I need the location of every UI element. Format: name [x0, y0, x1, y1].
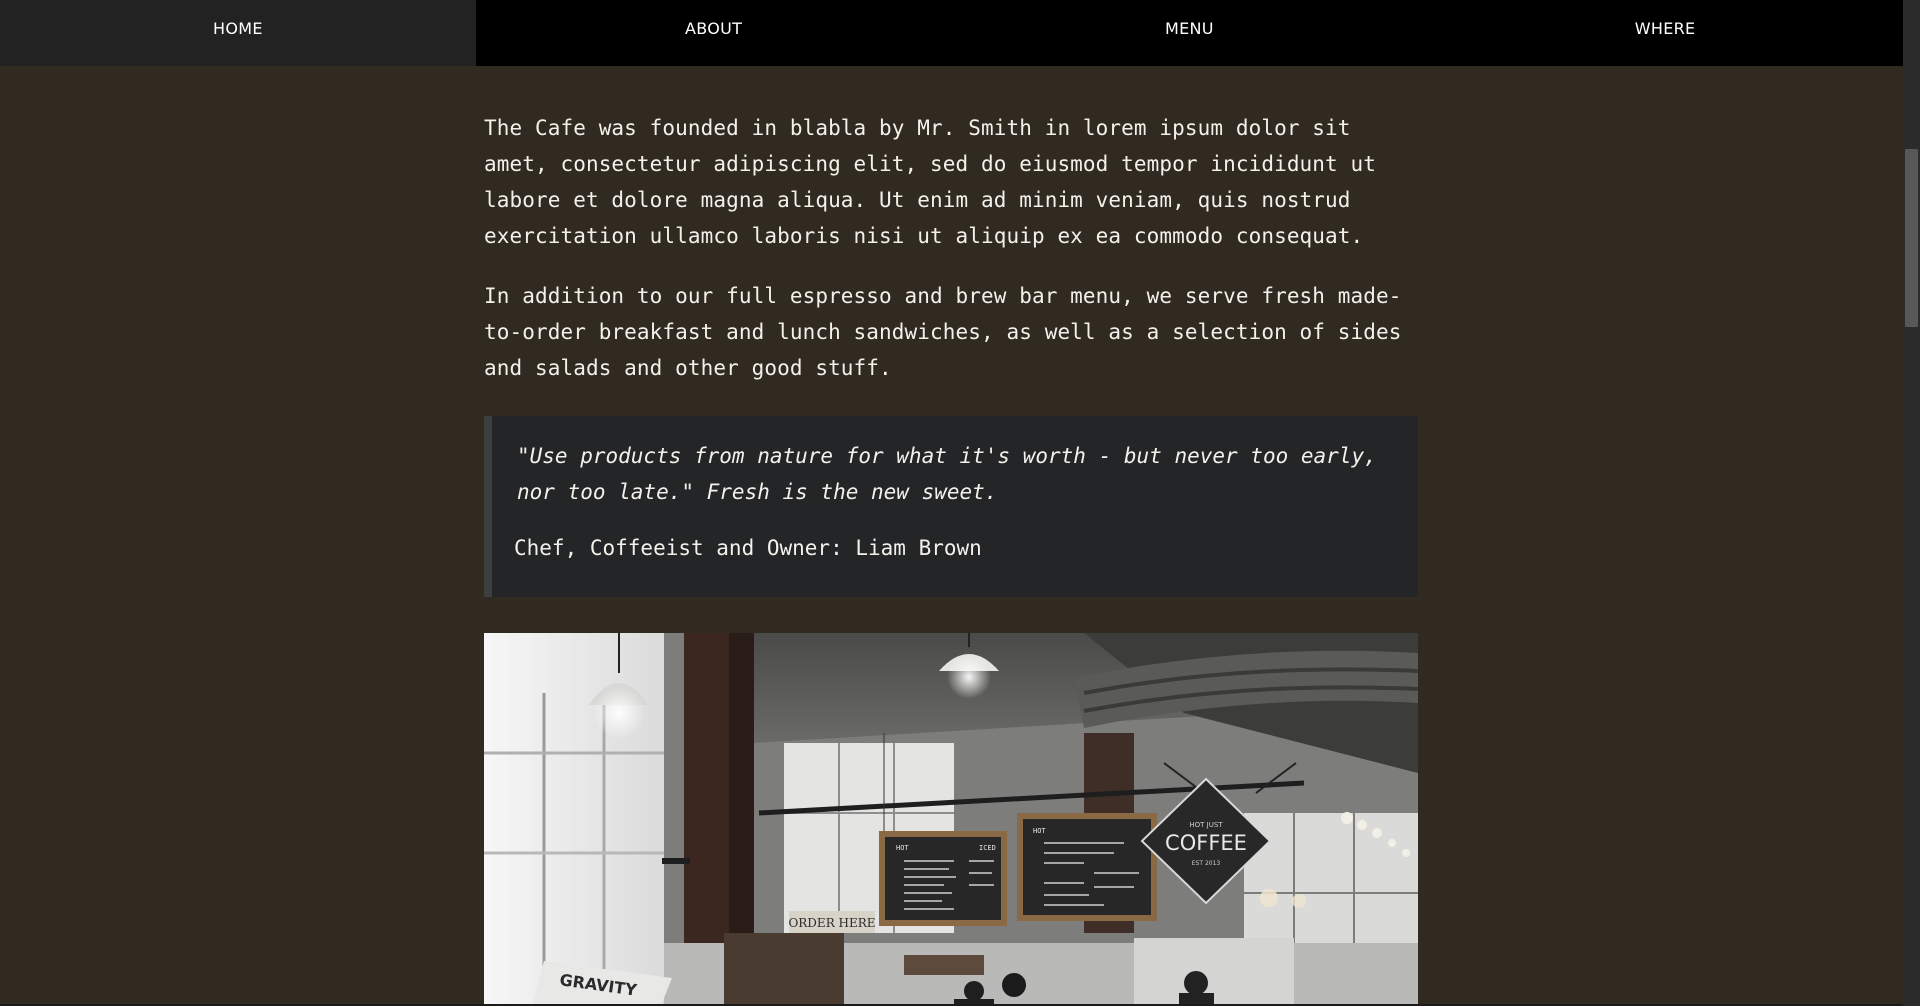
coffee-sign-top-text: HOT JUST	[1189, 821, 1223, 829]
about-paragraph-history: The Cafe was founded in blabla by Mr. Sm…	[484, 116, 1377, 248]
cafe-interior-photo: HOT ICED HOT HOT JUST COFFEE EST 2013 OR…	[484, 633, 1418, 1006]
coffee-sign-text: COFFEE	[1165, 831, 1247, 855]
nav-menu-link[interactable]: MENU	[952, 0, 1428, 66]
chef-quote-block: "Use products from nature for what it's …	[484, 416, 1418, 597]
quote-author: Chef, Coffeeist and Owner: Liam Brown	[514, 536, 982, 560]
quote-text: "Use products from nature for what it's …	[517, 444, 1377, 504]
menu-board-hot-label: HOT	[896, 844, 909, 852]
nav-home-link[interactable]: HOME	[0, 0, 476, 66]
about-paragraph-menu: In addition to our full espresso and bre…	[484, 284, 1402, 380]
menu-board-2-hot-label: HOT	[1033, 827, 1046, 835]
order-here-sign: ORDER HERE	[788, 916, 875, 930]
page-scrollbar[interactable]	[1903, 0, 1920, 1006]
scrollbar-thumb[interactable]	[1905, 149, 1918, 327]
nav-where-link[interactable]: WHERE	[1427, 0, 1903, 66]
menu-board-iced-label: ICED	[979, 844, 996, 852]
about-section: The Cafe was founded in blabla by Mr. Sm…	[484, 110, 1418, 1006]
nav-about-link[interactable]: ABOUT	[476, 0, 952, 66]
top-navigation: HOME ABOUT MENU WHERE	[0, 0, 1903, 66]
coffee-sign-bottom-text: EST 2013	[1192, 860, 1221, 867]
